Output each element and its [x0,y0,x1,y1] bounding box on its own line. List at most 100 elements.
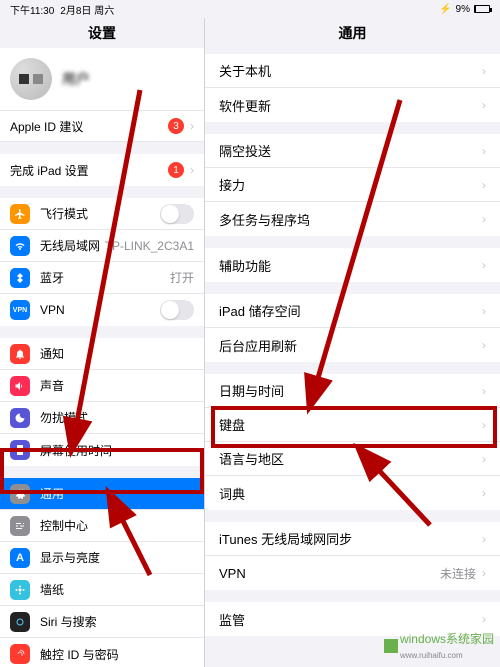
wifi-row[interactable]: 无线局域网 TP-LINK_2C3A1 [0,230,204,262]
status-date: 2月8日 周六 [60,2,114,17]
sounds-row[interactable]: 声音 [0,370,204,402]
bluetooth-value: 打开 [170,269,194,286]
chevron-right-icon: › [482,98,486,112]
control-center-label: 控制中心 [40,517,194,534]
airplane-icon [10,204,30,224]
watermark: windows系统家园 www.ruihaifu.com [384,630,494,661]
profile-row[interactable]: 用户 [0,48,204,110]
airplane-toggle[interactable] [160,204,194,224]
accessibility-row[interactable]: 辅助功能› [205,248,500,282]
sliders-icon [10,516,30,536]
siri-row[interactable]: Siri 与搜索 [0,606,204,638]
itunes-sync-label: iTunes 无线局域网同步 [219,529,476,548]
chevron-right-icon: › [482,178,486,192]
touchid-label: 触控 ID 与密码 [40,646,194,663]
watermark-icon [384,639,398,653]
dictionary-label: 词典 [219,484,476,503]
profiles-label: 监管 [219,610,476,629]
wifi-label: 无线局域网 [40,237,105,254]
notifications-label: 通知 [40,345,194,362]
handoff-label: 接力 [219,175,476,194]
airplane-label: 飞行模式 [40,205,160,222]
finish-setup-label: 完成 iPad 设置 [10,162,168,179]
datetime-label: 日期与时间 [219,381,476,400]
finish-setup-row[interactable]: 完成 iPad 设置 1 › [0,154,204,186]
vpn-icon: VPN [10,300,30,320]
apple-id-label: Apple ID 建议 [10,118,168,135]
notifications-row[interactable]: 通知 [0,338,204,370]
chevron-right-icon: › [482,212,486,226]
update-row[interactable]: 软件更新› [205,88,500,122]
vpn-main-label: VPN [219,566,440,581]
vpn-toggle[interactable] [160,300,194,320]
wifi-value: TP-LINK_2C3A1 [105,239,194,253]
screentime-row[interactable]: 屏幕使用时间 [0,434,204,466]
status-time: 下午11:30 [10,2,54,17]
display-label: 显示与亮度 [40,549,194,566]
itunes-sync-row[interactable]: iTunes 无线局域网同步› [205,522,500,556]
keyboard-row[interactable]: 键盘› [205,408,500,442]
siri-icon [10,612,30,632]
finish-setup-badge: 1 [168,162,184,178]
vpn-side-label: VPN [40,303,160,317]
chevron-right-icon: › [482,612,486,626]
chevron-right-icon: › [482,418,486,432]
apple-id-badge: 3 [168,118,184,134]
moon-icon [10,408,30,428]
storage-row[interactable]: iPad 储存空间 › [205,294,500,328]
avatar [10,58,52,100]
sounds-label: 声音 [40,377,194,394]
touchid-row[interactable]: 触控 ID 与密码 [0,638,204,667]
about-row[interactable]: 关于本机› [205,54,500,88]
wallpaper-row[interactable]: 墙纸 [0,574,204,606]
chevron-right-icon: › [482,338,486,352]
status-bar: 下午11:30 2月8日 周六 ⚡ 9% [0,0,500,18]
bgrefresh-row[interactable]: 后台应用刷新› [205,328,500,362]
battery-percent: 9% [456,4,470,15]
general-row[interactable]: 通用 [0,478,204,510]
dnd-label: 勿扰模式 [40,409,194,426]
flower-icon [10,580,30,600]
battery-icon [474,5,490,13]
airplane-row[interactable]: 飞行模式 [0,198,204,230]
chevron-right-icon: › [190,119,194,133]
speaker-icon [10,376,30,396]
dnd-row[interactable]: 勿扰模式 [0,402,204,434]
vpn-main-row[interactable]: VPN未连接› [205,556,500,590]
display-row[interactable]: A 显示与亮度 [0,542,204,574]
wallpaper-label: 墙纸 [40,581,194,598]
datetime-row[interactable]: 日期与时间› [205,374,500,408]
profile-name: 用户 [62,69,194,89]
fingerprint-icon [10,644,30,664]
chevron-right-icon: › [482,64,486,78]
bluetooth-row[interactable]: 蓝牙 打开 [0,262,204,294]
airdrop-row[interactable]: 隔空投送 › [205,134,500,168]
control-center-row[interactable]: 控制中心 [0,510,204,542]
storage-label: iPad 储存空间 [219,301,476,320]
multitask-row[interactable]: 多任务与程序坞 › [205,202,500,236]
display-icon: A [10,548,30,568]
vpn-side-row[interactable]: VPN VPN [0,294,204,326]
language-row[interactable]: 语言与地区› [205,442,500,476]
chevron-right-icon: › [482,304,486,318]
apple-id-row[interactable]: Apple ID 建议 3 › [0,110,204,142]
bluetooth-label: 蓝牙 [40,269,170,286]
multitask-label: 多任务与程序坞 [219,210,476,229]
general-label: 通用 [40,485,194,502]
hourglass-icon [10,440,30,460]
chevron-right-icon: › [482,486,486,500]
bell-icon [10,344,30,364]
chevron-right-icon: › [482,258,486,272]
handoff-row[interactable]: 接力 › [205,168,500,202]
siri-label: Siri 与搜索 [40,613,194,630]
screentime-label: 屏幕使用时间 [40,442,194,459]
airdrop-label: 隔空投送 [219,141,476,160]
gear-icon [10,484,30,504]
wifi-icon [10,236,30,256]
watermark-text: windows系统家园 [400,632,494,646]
vpn-main-value: 未连接 [440,565,476,582]
charging-icon: ⚡ [439,4,451,15]
chevron-right-icon: › [482,144,486,158]
dictionary-row[interactable]: 词典 › [205,476,500,510]
chevron-right-icon: › [190,163,194,177]
